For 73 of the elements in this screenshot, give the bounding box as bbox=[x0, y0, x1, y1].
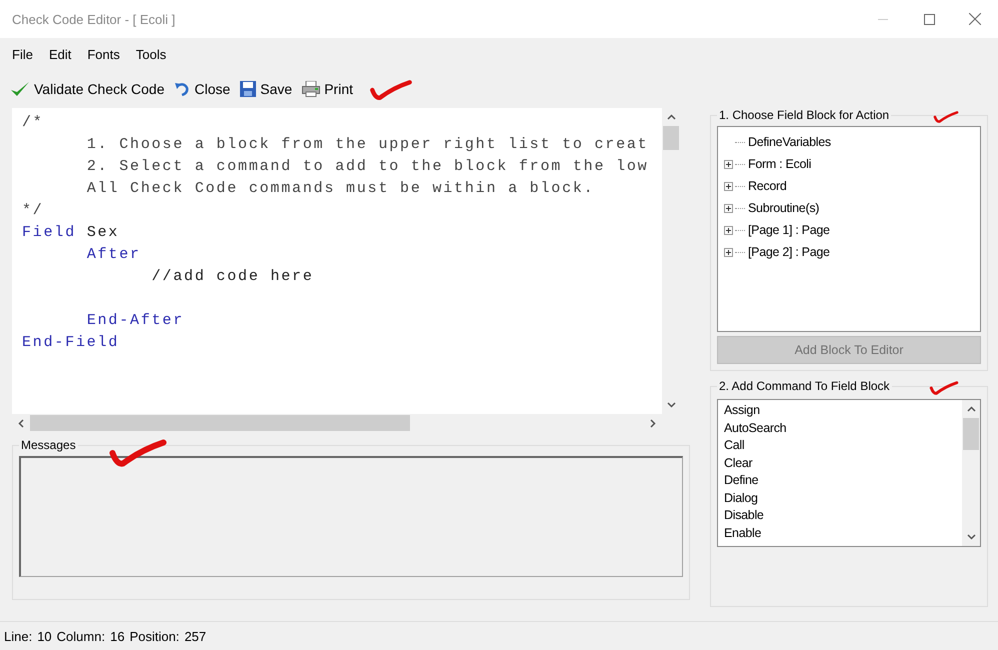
right-chevron-icon bbox=[650, 418, 656, 428]
scrollbar-thumb[interactable] bbox=[30, 415, 410, 431]
up-chevron-icon bbox=[666, 114, 676, 120]
down-chevron-icon bbox=[666, 402, 676, 408]
code-editor[interactable] bbox=[12, 108, 662, 414]
tree-item[interactable]: [Page 1] : Page bbox=[748, 223, 830, 237]
hand-drawn-check-icon bbox=[933, 110, 959, 124]
code-line: */ bbox=[22, 202, 44, 219]
checkmark-icon bbox=[10, 80, 30, 98]
list-item[interactable]: Dialog bbox=[724, 490, 962, 507]
list-item[interactable]: Call bbox=[724, 437, 962, 454]
toolbar-button[interactable]: Save bbox=[238, 79, 294, 99]
scrollbar-thumb[interactable] bbox=[963, 418, 979, 450]
left-chevron-icon bbox=[18, 418, 24, 428]
tree-item[interactable]: Form : Ecoli bbox=[748, 157, 812, 171]
expand-toggle[interactable] bbox=[724, 226, 733, 234]
block-tree[interactable]: DefineVariables Form : Ecoli Record Subroutine(s) [Page 1] : Page [Page 2] : Page bbox=[717, 126, 981, 332]
status-text: 257 bbox=[184, 628, 206, 644]
printer-icon bbox=[302, 81, 320, 97]
status-text: 16 bbox=[110, 628, 125, 644]
plus-icon bbox=[726, 184, 731, 188]
tree-item[interactable]: [Page 2] : Page bbox=[748, 245, 830, 259]
save-icon bbox=[240, 81, 256, 97]
tree-item[interactable]: DefineVariables bbox=[748, 135, 831, 149]
status-text: Position: bbox=[130, 628, 180, 644]
expand-toggle[interactable] bbox=[724, 182, 733, 190]
toolbar-button[interactable]: Print bbox=[300, 79, 355, 99]
maximize-icon bbox=[924, 14, 934, 24]
code-line: End-After bbox=[86, 312, 184, 329]
group-title: 1. Choose Field Block for Action bbox=[718, 108, 890, 122]
list-item[interactable]: Enable bbox=[724, 524, 962, 542]
plus-icon bbox=[726, 250, 731, 254]
code-line: After bbox=[86, 246, 141, 263]
expand-toggle[interactable] bbox=[724, 204, 733, 212]
plus-icon bbox=[726, 206, 731, 210]
group-title: Messages bbox=[20, 438, 77, 452]
expand-toggle[interactable] bbox=[724, 160, 733, 168]
scrollbar-thumb[interactable] bbox=[663, 126, 679, 150]
menu-item[interactable]: Edit bbox=[40, 44, 80, 64]
undo-arrow-icon bbox=[174, 82, 190, 96]
tree-item[interactable]: Record bbox=[748, 179, 786, 193]
menu-item[interactable]: File bbox=[4, 44, 41, 64]
plus-icon bbox=[726, 162, 731, 166]
code-line: /* bbox=[22, 114, 44, 131]
down-chevron-icon bbox=[966, 534, 976, 540]
list-item[interactable]: Clear bbox=[724, 454, 962, 472]
plus-icon bbox=[726, 228, 731, 232]
code-line: End-Field bbox=[22, 334, 120, 351]
code-line: //add code here bbox=[150, 268, 314, 285]
status-text: 10 bbox=[37, 628, 52, 644]
status-text: Line: bbox=[4, 628, 32, 644]
list-item[interactable]: Define bbox=[724, 472, 962, 490]
list-item[interactable]: Assign bbox=[724, 402, 962, 420]
code-line: All Check Code commands must be within a block. bbox=[86, 180, 594, 197]
close-icon bbox=[969, 13, 981, 25]
code-line: 2. Select a command to add to the block from the low bbox=[86, 158, 648, 175]
list-item[interactable]: AutoSearch bbox=[724, 420, 962, 437]
list-item[interactable]: Disable bbox=[724, 507, 962, 524]
code-line: 1. Choose a block from the upper right list to creat bbox=[86, 136, 648, 153]
toolbar-button[interactable]: Close bbox=[172, 79, 232, 99]
code-line: Field Sex bbox=[22, 224, 120, 241]
up-chevron-icon bbox=[966, 406, 976, 412]
toolbar-button[interactable]: Validate Check Code bbox=[8, 78, 166, 100]
status-text: Column: bbox=[56, 628, 106, 644]
group-title: 2. Add Command To Field Block bbox=[718, 379, 891, 393]
tree-item[interactable]: Subroutine(s) bbox=[748, 201, 820, 215]
expand-toggle[interactable] bbox=[724, 248, 733, 256]
window-title: Check Code Editor - [ Ecoli ] bbox=[11, 12, 176, 26]
command-list[interactable]: Assign AutoSearch Call Clear Define Dialog Disable Enable bbox=[717, 399, 981, 547]
menu-item[interactable]: Fonts bbox=[79, 44, 128, 64]
menu-item[interactable]: Tools bbox=[128, 44, 174, 64]
vertical-scrollbar[interactable] bbox=[962, 400, 980, 546]
minimize-icon bbox=[878, 18, 888, 20]
